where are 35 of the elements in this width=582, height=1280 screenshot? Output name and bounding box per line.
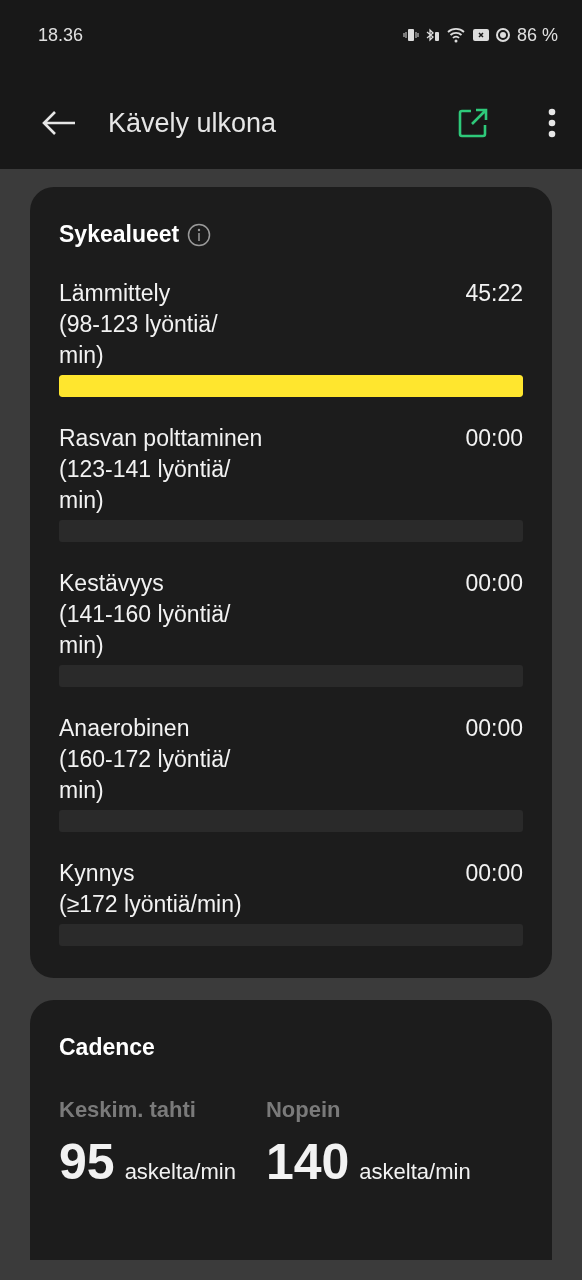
- card-title: Sykealueet: [59, 221, 180, 248]
- zone-name: Kestävyys: [59, 569, 165, 598]
- zone-range: (160-172 lyöntiä/min): [59, 745, 231, 805]
- back-arrow-icon[interactable]: [42, 111, 76, 135]
- zone-time: 45:22: [465, 279, 523, 308]
- share-icon[interactable]: [458, 108, 488, 138]
- zone-range: (≥172 lyöntiä/min): [59, 890, 242, 919]
- bluetooth-icon: [424, 27, 441, 43]
- zone-time: 00:00: [465, 424, 523, 453]
- stat-unit: askelta/min: [359, 1159, 471, 1185]
- page-title: Kävely ulkona: [108, 107, 278, 139]
- stat-value: 95: [59, 1133, 115, 1191]
- zone-time: 00:00: [465, 859, 523, 888]
- info-icon[interactable]: [187, 222, 212, 247]
- vibrate-icon: [402, 27, 419, 43]
- battery-level: 86 %: [516, 24, 558, 46]
- zone-name: Kynnys: [59, 859, 136, 888]
- zone-name: Anaerobinen: [59, 714, 191, 743]
- zone-range: (141-160 lyöntiä/min): [59, 600, 231, 660]
- zone-time: 00:00: [465, 569, 523, 598]
- battery-ring-icon: [494, 27, 511, 43]
- more-options-icon[interactable]: [548, 108, 556, 138]
- card-title: Cadence: [59, 1034, 155, 1060]
- status-time: 18.36: [38, 24, 84, 46]
- stat-value: 140: [265, 1133, 350, 1191]
- stat-unit: askelta/min: [124, 1159, 236, 1185]
- wifi-icon: [446, 27, 467, 43]
- sim-icon: [472, 28, 489, 42]
- zone-time: 00:00: [465, 714, 523, 743]
- stat-label: Keskim. tahti: [59, 1097, 197, 1123]
- zone-name: Rasvan polttaminen: [59, 424, 263, 453]
- zone-name: Lämmittely: [59, 279, 172, 308]
- stat-label: Nopein: [265, 1097, 342, 1123]
- zone-range: (98-123 lyöntiä/min): [59, 310, 218, 370]
- zone-range: (123-141 lyöntiä/min): [59, 455, 232, 515]
